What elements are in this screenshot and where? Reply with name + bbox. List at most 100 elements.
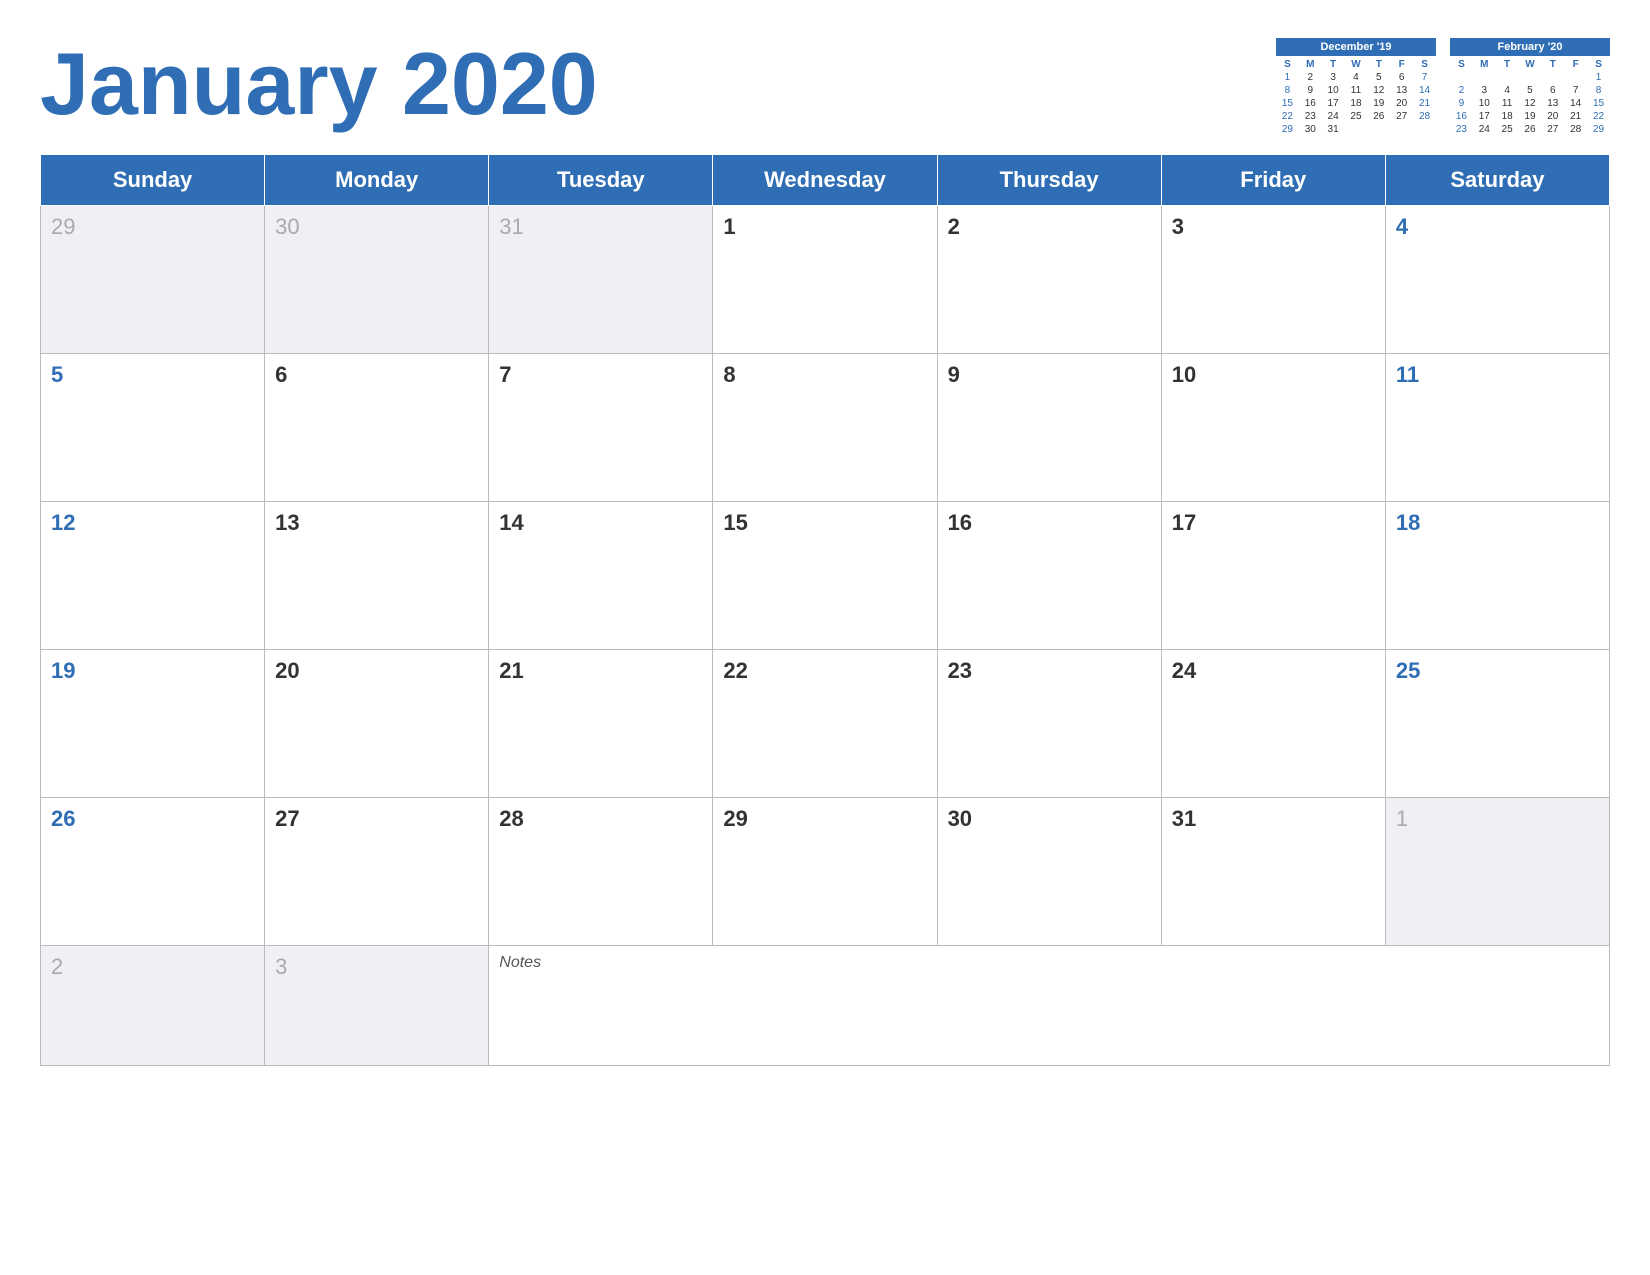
mini-cal-day: 20 [1390,97,1413,110]
mini-cal-day: 19 [1519,110,1542,123]
mini-cal-day: 5 [1367,71,1390,84]
calendar-day-cell: 8 [713,354,937,502]
calendar-week-row: 12131415161718 [41,502,1610,650]
calendar-day-cell: 26 [41,798,265,946]
calendar-day-header: Wednesday [713,155,937,206]
calendar-day-cell: 3 [1161,206,1385,354]
mini-cal-dec19-dow-sun: S [1276,58,1299,71]
mini-cal-day: 29 [1587,123,1610,136]
calendar-day-header: Thursday [937,155,1161,206]
mini-cal-day: 7 [1564,84,1587,97]
mini-cal-day: 21 [1413,97,1436,110]
calendar-day-cell: 1 [713,206,937,354]
day-number: 1 [723,214,735,239]
calendar-day-cell: 24 [1161,650,1385,798]
mini-cal-feb20-table: S M T W T F S 12345678910111213141516171… [1450,58,1610,136]
day-number: 25 [1396,658,1420,683]
day-number: 31 [1172,806,1196,831]
mini-cal-day [1541,71,1564,84]
mini-cal-dec19-table: S M T W T F S 12345678910111213141516171… [1276,58,1436,136]
calendar-week-row: 26 27 28 29 30 31 1 [41,798,1610,946]
day-number: 3 [1172,214,1184,239]
calendar-day-cell: 16 [937,502,1161,650]
page-header: January 2020 December '19 S M T W T F S … [40,30,1610,136]
mini-cal-day: 23 [1299,110,1322,123]
calendar-day-cell: 31 [489,206,713,354]
mini-cal-day: 26 [1367,110,1390,123]
day-number: 5 [51,362,63,387]
mini-cal-day: 1 [1276,71,1299,84]
mini-cal-day: 15 [1276,97,1299,110]
mini-cal-day: 22 [1276,110,1299,123]
mini-cal-day [1345,123,1368,136]
day-number: 16 [948,510,972,535]
calendar-day-cell: 22 [713,650,937,798]
day-number: 31 [499,214,523,239]
mini-cal-dec19-dow-tue: T [1322,58,1345,71]
mini-cal-day [1390,123,1413,136]
mini-cal-day: 16 [1450,110,1473,123]
calendar-day-cell: 11 [1385,354,1609,502]
calendar-body: 2930311234567891011121314151617181920212… [41,206,1610,1066]
day-number: 4 [1396,214,1408,239]
mini-cal-feb20-dow-tue: T [1496,58,1519,71]
day-number: 22 [723,658,747,683]
day-number: 13 [275,510,299,535]
calendar-day-header: Tuesday [489,155,713,206]
mini-cal-day [1450,71,1473,84]
calendar-day-cell: 29 [41,206,265,354]
day-number: 24 [1172,658,1196,683]
mini-cal-day: 11 [1345,84,1368,97]
calendar-day-cell: 20 [265,650,489,798]
calendar-last-row: 23Notes [41,946,1610,1066]
day-number: 7 [499,362,511,387]
calendar-day-cell: 29 [713,798,937,946]
mini-cal-day: 5 [1519,84,1542,97]
mini-cal-day [1413,123,1436,136]
mini-cal-day: 29 [1276,123,1299,136]
day-number: 17 [1172,510,1196,535]
day-number: 1 [1396,806,1408,831]
calendar-day-cell: 3 [265,946,489,1066]
calendar-day-cell: 25 [1385,650,1609,798]
calendar-day-cell: 15 [713,502,937,650]
mini-cal-day [1564,71,1587,84]
day-number: 8 [723,362,735,387]
calendar-day-cell: 5 [41,354,265,502]
mini-calendar-dec19: December '19 S M T W T F S 1234567891011… [1276,38,1436,136]
calendar-week-row: 567891011 [41,354,1610,502]
mini-cal-day: 11 [1496,97,1519,110]
calendar-day-cell: 31 [1161,798,1385,946]
day-number: 10 [1172,362,1196,387]
day-number: 2 [948,214,960,239]
mini-cal-dec19-dow-wed: W [1345,58,1368,71]
day-number: 29 [723,806,747,831]
mini-cal-day: 8 [1587,84,1610,97]
day-number: 26 [51,806,75,831]
day-number: 9 [948,362,960,387]
mini-cal-feb20-dow-thu: T [1541,58,1564,71]
day-number: 27 [275,806,299,831]
day-number: 14 [499,510,523,535]
day-number: 12 [51,510,75,535]
calendar-day-header: Friday [1161,155,1385,206]
day-number: 20 [275,658,299,683]
mini-cal-feb20-dow-sun: S [1450,58,1473,71]
mini-cal-day: 13 [1390,84,1413,97]
mini-cal-day: 12 [1519,97,1542,110]
mini-calendars-container: December '19 S M T W T F S 1234567891011… [1276,38,1610,136]
calendar-day-cell: 30 [937,798,1161,946]
calendar-day-cell: 10 [1161,354,1385,502]
notes-label: Notes [499,954,541,971]
calendar-day-cell: 7 [489,354,713,502]
calendar-day-cell: 30 [265,206,489,354]
calendar-day-cell: 28 [489,798,713,946]
mini-cal-feb20-dow-mon: M [1473,58,1496,71]
calendar-week-row: 2930 31 1 2 3 4 [41,206,1610,354]
mini-cal-day: 4 [1345,71,1368,84]
mini-cal-day: 15 [1587,97,1610,110]
mini-cal-day [1473,71,1496,84]
mini-cal-day: 28 [1413,110,1436,123]
mini-cal-day: 1 [1587,71,1610,84]
calendar-day-cell: 9 [937,354,1161,502]
